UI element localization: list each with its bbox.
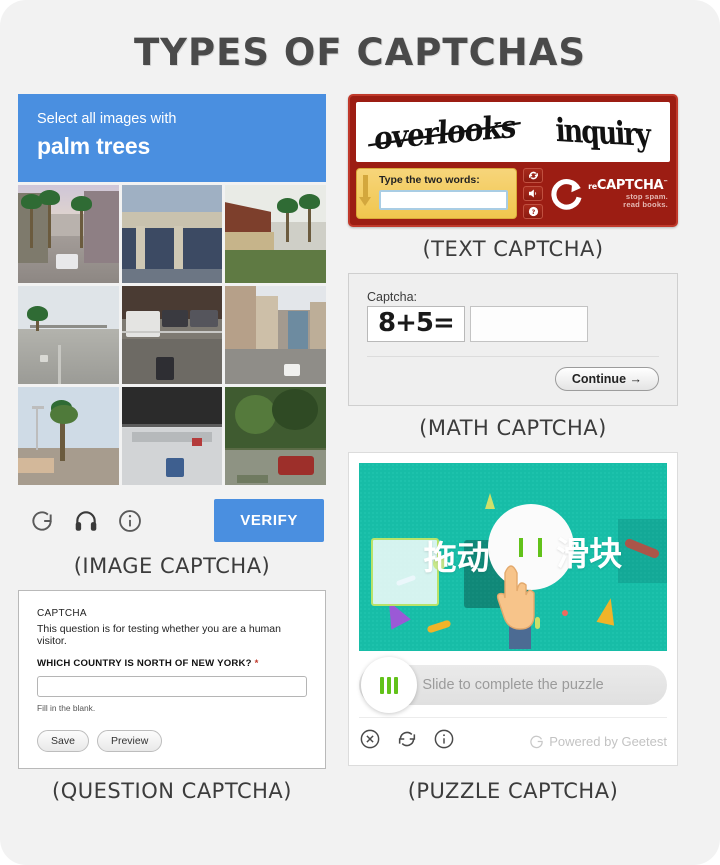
- text-captcha-words: overlooks inquiry: [356, 102, 670, 162]
- grip-icon: [394, 676, 398, 694]
- text-captcha-input-label: Type the two words:: [379, 174, 480, 186]
- page-title: TYPES OF CAPTCHAS: [133, 31, 587, 74]
- refresh-icon[interactable]: [396, 728, 418, 755]
- question-captcha-description: This question is for testing whether you…: [37, 623, 281, 647]
- geetest-logo-icon: [530, 735, 543, 749]
- powered-by-geetest: Powered by Geetest: [529, 734, 667, 749]
- captcha-word-2: inquiry: [554, 110, 651, 154]
- recaptcha-tagline-2: read books.: [623, 200, 668, 209]
- puzzle-footer: Powered by Geetest: [359, 717, 667, 755]
- image-tile[interactable]: [18, 286, 119, 384]
- math-captcha-row: 8+5=: [367, 306, 659, 342]
- recaptcha-logo-re: re: [588, 181, 597, 191]
- question-captcha-label: WHICH COUNTRY IS NORTH OF NEW YORK? *: [37, 658, 307, 669]
- refresh-icon[interactable]: [523, 168, 544, 183]
- recaptcha-logo: reCAPTCHA™ stop spam. read books.: [551, 168, 670, 219]
- poster-root: TYPES OF CAPTCHAS Select all images with…: [0, 0, 720, 865]
- math-captcha-caption: (MATH CAPTCHA): [419, 416, 607, 440]
- image-tile[interactable]: [225, 286, 326, 384]
- puzzle-slider-row: Slide to complete the puzzle: [359, 651, 667, 717]
- image-tile[interactable]: [225, 387, 326, 485]
- verify-button[interactable]: VERIFY: [214, 499, 324, 542]
- question-answer-input[interactable]: [37, 676, 307, 697]
- divider: [367, 356, 659, 357]
- image-captcha-widget: Select all images with palm trees VERIFY: [18, 94, 326, 544]
- image-tile[interactable]: [121, 387, 223, 485]
- bottom-captions: (QUESTION CAPTCHA) (PUZZLE CAPTCHA): [0, 769, 720, 815]
- captcha-word-1: overlooks: [374, 107, 517, 157]
- arrow-down-icon: [359, 175, 371, 206]
- math-question: 8+5=: [367, 306, 465, 342]
- required-marker: *: [254, 658, 259, 669]
- help-icon[interactable]: ?: [523, 204, 544, 219]
- text-captcha-buttons: ?: [523, 168, 544, 219]
- left-column: Select all images with palm trees VERIFY…: [18, 94, 326, 769]
- puzzle-image-text-2: 滑块: [556, 533, 623, 573]
- puzzle-slider-label: Slide to complete the puzzle: [422, 677, 604, 693]
- question-text: WHICH COUNTRY IS NORTH OF NEW YORK?: [37, 658, 252, 669]
- puzzle-image[interactable]: 拖动 滑块: [359, 463, 667, 651]
- question-captcha-buttons: Save Preview: [37, 730, 307, 752]
- recaptcha-logo-text: reCAPTCHA™: [588, 178, 668, 193]
- refresh-icon[interactable]: [20, 508, 64, 534]
- continue-button[interactable]: Continue →: [554, 367, 659, 391]
- image-tile[interactable]: [225, 185, 326, 283]
- recaptcha-logo-main: CAPTCHA: [596, 177, 664, 193]
- confetti-shape: [485, 493, 496, 510]
- puzzle-slider-knob[interactable]: [361, 657, 417, 713]
- math-captcha-widget: Captcha: 8+5= Continue →: [348, 273, 678, 406]
- question-captcha-hint: Fill in the blank.: [37, 703, 96, 713]
- decor-rect: [617, 519, 667, 584]
- grip-icon: [387, 676, 391, 694]
- svg-text:?: ?: [531, 208, 535, 216]
- math-captcha-label: Captcha:: [367, 290, 418, 304]
- grip-icon: [380, 676, 384, 694]
- question-captcha-widget: CAPTCHA This question is for testing whe…: [18, 590, 326, 769]
- text-captcha-input[interactable]: [379, 190, 509, 210]
- trademark-icon: ™: [663, 179, 668, 186]
- powered-by-label: Powered by Geetest: [549, 734, 667, 749]
- save-button[interactable]: Save: [37, 730, 89, 752]
- math-captcha-footer: Continue →: [367, 367, 659, 391]
- text-captcha-caption: (TEXT CAPTCHA): [422, 237, 604, 261]
- image-captcha-prompt-line2: palm trees: [37, 133, 151, 159]
- close-icon[interactable]: [359, 728, 381, 755]
- info-icon[interactable]: [108, 508, 152, 534]
- recaptcha-arrow-icon: [551, 178, 582, 210]
- right-column: overlooks inquiry Type the two words: ? …: [348, 94, 678, 769]
- question-captcha-title: CAPTCHA: [37, 608, 87, 619]
- image-tile[interactable]: [18, 185, 119, 283]
- text-captcha-bottom: Type the two words: ? reCAPTCHA™ stop sp…: [356, 168, 670, 219]
- content-columns: Select all images with palm trees VERIFY…: [0, 74, 720, 769]
- image-captcha-grid: [18, 182, 326, 485]
- text-captcha-input-area: Type the two words:: [356, 168, 518, 219]
- audio-icon[interactable]: [64, 508, 108, 534]
- confetti-shape: [562, 609, 569, 616]
- question-captcha-caption: (QUESTION CAPTCHA): [52, 779, 292, 803]
- hand-cursor-icon: [495, 553, 547, 651]
- puzzle-captcha-widget: 拖动 滑块 Slide to complete the puzzle Power…: [348, 452, 678, 766]
- audio-icon[interactable]: [523, 186, 544, 201]
- math-answer-input[interactable]: [469, 306, 588, 342]
- image-captcha-caption: (IMAGE CAPTCHA): [73, 554, 271, 578]
- image-captcha-prompt-line1: Select all images with: [37, 111, 177, 127]
- image-tile[interactable]: [121, 286, 223, 384]
- image-tile[interactable]: [18, 387, 119, 485]
- info-icon[interactable]: [433, 728, 455, 755]
- puzzle-image-text-1: 拖动: [423, 537, 490, 577]
- image-captcha-header: Select all images with palm trees: [18, 94, 326, 182]
- image-tile[interactable]: [121, 185, 223, 283]
- text-captcha-widget: overlooks inquiry Type the two words: ? …: [348, 94, 678, 227]
- preview-button[interactable]: Preview: [96, 730, 163, 752]
- image-captcha-toolbar: VERIFY: [18, 485, 326, 544]
- puzzle-captcha-caption: (PUZZLE CAPTCHA): [407, 779, 619, 803]
